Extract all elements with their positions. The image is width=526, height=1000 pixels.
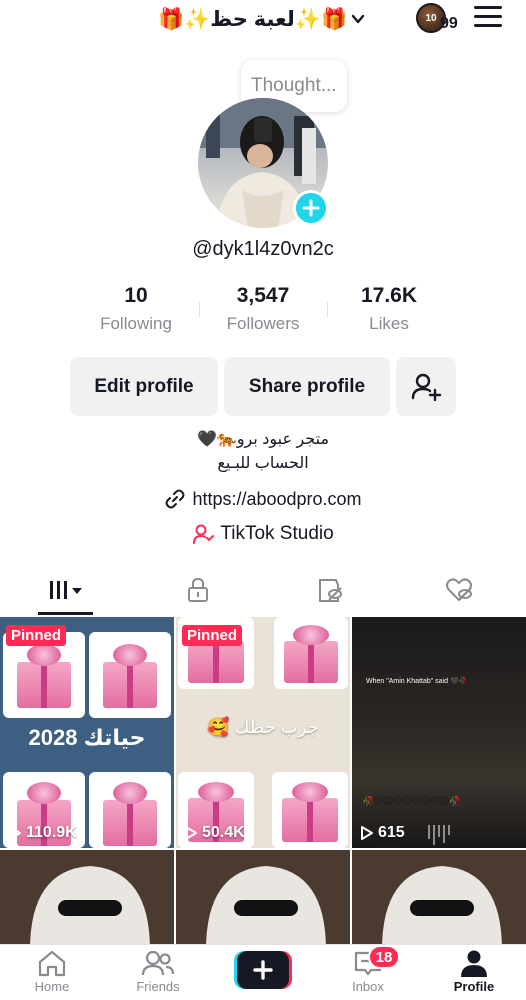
inbox-badge: 18	[368, 945, 400, 969]
gift-image	[272, 772, 348, 848]
create-plus-icon	[234, 951, 292, 989]
create-button[interactable]	[234, 951, 292, 989]
coin-balance[interactable]: 10 99	[416, 3, 462, 35]
video-caption: حياتك 2028	[28, 725, 146, 750]
nav-home[interactable]: Home	[12, 949, 92, 994]
grid-icon	[50, 581, 82, 599]
tiktok-studio-link[interactable]: TikTok Studio	[0, 523, 526, 545]
top-bar: 🎁✨لعبة حظ✨🎁 10 99	[0, 0, 526, 40]
coin-count: 99	[440, 15, 458, 32]
play-icon	[361, 826, 373, 840]
tab-liked[interactable]	[394, 566, 526, 614]
video-thumbnail[interactable]: When "Amin Khattab" said 🖤🥀 🥀😖😖😖😖😖😖😖😖🥀 6…	[352, 617, 526, 848]
gift-image	[89, 632, 171, 718]
emoji-row: 🥀😖😖😖😖😖😖😖😖🥀	[362, 796, 461, 807]
account-switcher[interactable]: 🎁✨لعبة حظ✨🎁	[158, 4, 365, 34]
play-icon	[185, 826, 197, 840]
stat-label: Followers	[226, 314, 300, 333]
stats-row: 10 Following 3,547 Followers 17.6K Likes	[0, 284, 526, 344]
add-user-icon	[411, 373, 442, 401]
sound-bars-icon	[428, 825, 450, 845]
nav-label: Inbox	[352, 979, 384, 994]
stat-following[interactable]: 10 Following	[71, 284, 201, 334]
stat-followers[interactable]: 3,547 Followers	[198, 284, 328, 334]
profile-icon	[461, 950, 487, 977]
link-icon	[165, 489, 185, 509]
view-count-text: 615	[378, 824, 405, 841]
pinned-badge: Pinned	[182, 625, 243, 646]
account-name: 🎁✨لعبة حظ✨🎁	[158, 7, 348, 31]
ghost-figure-image	[30, 866, 150, 950]
video-thumbnail[interactable]: حياتك 2028 Pinned 110.9K	[0, 617, 174, 848]
bio-link[interactable]: https://aboodpro.com	[0, 488, 526, 510]
video-thumbnail[interactable]	[0, 850, 174, 950]
nav-label: Home	[34, 979, 70, 994]
stat-label: Following	[100, 314, 172, 333]
add-avatar-button[interactable]	[293, 190, 329, 226]
bio: متجر عبود برو🐅🖤 الحساب للبـيع	[0, 428, 526, 476]
nav-label: Profile	[453, 979, 495, 994]
stat-likes[interactable]: 17.6K Likes	[324, 284, 454, 334]
video-thumbnail[interactable]	[352, 850, 526, 950]
pinned-badge: Pinned	[6, 625, 67, 646]
stat-value: 10	[124, 284, 148, 307]
hidden-heart-icon	[446, 578, 472, 602]
view-count: 50.4K	[184, 824, 245, 842]
video-thumbnail[interactable]	[176, 850, 350, 950]
nav-friends[interactable]: Friends	[118, 949, 198, 994]
play-icon	[9, 826, 21, 840]
share-profile-button[interactable]: Share profile	[224, 357, 390, 416]
view-count: 615	[360, 824, 405, 842]
video-caption: When "Amin Khattab" said 🖤🥀	[366, 678, 468, 685]
username: @dyk1l4z0vn2c	[192, 238, 334, 260]
nav-label: Friends	[136, 979, 180, 994]
ghost-figure-image	[206, 866, 326, 950]
video-grid: حياتك 2028 Pinned 110.9K جرب حظك 🥰 Pinne…	[0, 617, 526, 950]
stat-value: 17.6K	[360, 284, 418, 307]
add-friend-button[interactable]	[396, 357, 456, 416]
edit-profile-button[interactable]: Edit profile	[70, 357, 218, 416]
chevron-down-icon	[351, 14, 365, 24]
menu-icon[interactable]	[474, 6, 502, 30]
plus-icon	[302, 199, 320, 217]
tab-active-indicator	[38, 612, 93, 615]
friends-icon	[141, 950, 175, 976]
coin-icon-label: 10	[425, 12, 437, 24]
view-count-text: 110.9K	[26, 824, 77, 841]
view-count-text: 50.4K	[202, 824, 245, 841]
gift-image	[89, 772, 171, 848]
profile-tabs	[0, 566, 526, 616]
video-caption: جرب حظك 🥰	[207, 717, 319, 737]
view-count: 110.9K	[8, 824, 77, 842]
gift-image	[274, 617, 348, 689]
home-icon	[38, 950, 66, 977]
tab-reposts[interactable]	[264, 566, 396, 614]
hidden-bookmark-icon	[319, 579, 342, 602]
ghost-figure-image	[382, 866, 502, 950]
tab-videos[interactable]	[0, 566, 132, 614]
bio-line: الحساب للبـيع	[217, 455, 309, 472]
nav-profile[interactable]: Profile	[434, 949, 514, 994]
bio-link-text: https://aboodpro.com	[192, 488, 362, 509]
bio-line: متجر عبود برو🐅🖤	[196, 431, 330, 448]
stat-label: Likes	[369, 314, 409, 333]
studio-label: TikTok Studio	[220, 523, 334, 544]
tab-private[interactable]	[132, 566, 264, 614]
lock-icon	[188, 577, 208, 602]
studio-user-icon	[193, 524, 215, 544]
video-thumbnail[interactable]: جرب حظك 🥰 Pinned 50.4K	[176, 617, 350, 848]
bottom-nav: Home Friends Inbox 18 Profile	[0, 944, 526, 1000]
stat-value: 3,547	[236, 284, 290, 307]
